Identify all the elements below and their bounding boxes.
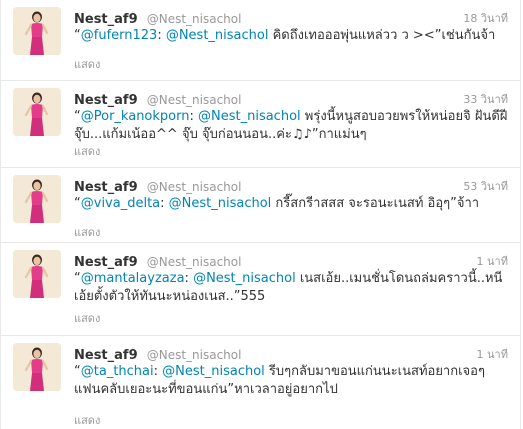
author-name[interactable]: Nest_af9 [74, 180, 138, 195]
tweet-body: คิดถึงเทอออพุ่นแหล่วว ว ><”เช่นกันจ้า [268, 28, 496, 43]
quote-open: “ [74, 364, 81, 379]
mention-link[interactable]: @viva_delta [81, 196, 160, 211]
tweet-body: กรี๊สกรีาสสส จะรอนะเนสท์ อิอุๆ”จ้าา [271, 196, 480, 211]
tweet-text: “@fufern123: @Nest_nisachol คิดถึงเทอออพ… [74, 27, 508, 45]
avatar[interactable] [13, 7, 61, 55]
tweet-timestamp[interactable]: 1 นาที [477, 345, 508, 363]
quote-open: “ [74, 109, 81, 124]
tweet-timestamp[interactable]: 1 นาที [477, 252, 508, 270]
tweet-text: “@Por_kanokporn: @Nest_nisachol พรุ่งนี้… [74, 108, 508, 144]
avatar[interactable] [13, 88, 61, 136]
author-name[interactable]: Nest_af9 [74, 348, 138, 363]
tweet-item[interactable]: Nest_af9 @Nest_nisachol 1 นาที “@ta_thch… [1, 336, 520, 429]
mention-separator: : [157, 28, 166, 43]
author-name[interactable]: Nest_af9 [74, 12, 138, 27]
mention-link[interactable]: @mantalayzaza [81, 271, 185, 286]
tweet-text: “@viva_delta: @Nest_nisachol กรี๊สกรีาสส… [74, 195, 508, 213]
avatar[interactable] [13, 343, 61, 391]
mention-link[interactable]: @ta_thchai [81, 364, 154, 379]
tweet-text: “@ta_thchai: @Nest_nisachol รีบๆกลับมาขอ… [74, 363, 508, 399]
tweet-timestamp[interactable]: 53 วินาที [463, 177, 508, 195]
expand-link[interactable]: แสดง [74, 309, 100, 327]
author-handle[interactable]: @Nest_nisachol [147, 348, 242, 362]
mention-link[interactable]: @Nest_nisachol [162, 364, 265, 379]
author-handle[interactable]: @Nest_nisachol [147, 180, 242, 194]
expand-link[interactable]: แสดง [74, 411, 100, 429]
author-handle[interactable]: @Nest_nisachol [147, 93, 242, 107]
tweet-header: Nest_af9 @Nest_nisachol 1 นาที [74, 251, 508, 270]
author-handle[interactable]: @Nest_nisachol [147, 255, 242, 269]
mention-link[interactable]: @Nest_nisachol [198, 109, 301, 124]
avatar[interactable] [13, 250, 61, 298]
tweet-item[interactable]: Nest_af9 @Nest_nisachol 53 วินาที “@viva… [1, 168, 520, 243]
tweet-item[interactable]: Nest_af9 @Nest_nisachol 18 วินาที “@fufe… [1, 0, 520, 81]
author-name[interactable]: Nest_af9 [74, 93, 138, 108]
expand-link[interactable]: แสดง [74, 142, 100, 160]
mention-separator: : [184, 271, 194, 286]
mention-link[interactable]: @Nest_nisachol [169, 196, 272, 211]
mention-separator: : [153, 364, 163, 379]
tweet-timestamp[interactable]: 18 วินาที [463, 9, 508, 27]
tweet-timestamp[interactable]: 33 วินาที [463, 90, 508, 108]
tweet-item[interactable]: Nest_af9 @Nest_nisachol 33 วินาที “@Por_… [1, 81, 520, 168]
mention-separator: : [160, 196, 169, 211]
tweet-item[interactable]: Nest_af9 @Nest_nisachol 1 นาที “@mantala… [1, 243, 520, 336]
mention-link[interactable]: @Nest_nisachol [166, 28, 269, 43]
tweet-header: Nest_af9 @Nest_nisachol 1 นาที [74, 344, 508, 363]
tweet-header: Nest_af9 @Nest_nisachol 33 วินาที [74, 89, 508, 108]
tweet-text: “@mantalayzaza: @Nest_nisachol เนสเอ้ย..… [74, 270, 508, 306]
author-name[interactable]: Nest_af9 [74, 255, 138, 270]
mention-separator: : [189, 109, 198, 124]
quote-open: “ [74, 271, 81, 286]
tweet-timeline: Nest_af9 @Nest_nisachol 18 วินาที “@fufe… [0, 0, 521, 429]
quote-open: “ [74, 28, 81, 43]
author-handle[interactable]: @Nest_nisachol [147, 12, 242, 26]
tweet-header: Nest_af9 @Nest_nisachol 53 วินาที [74, 176, 508, 195]
mention-link[interactable]: @Por_kanokporn [81, 109, 190, 124]
quote-open: “ [74, 196, 81, 211]
mention-link[interactable]: @fufern123 [81, 28, 158, 43]
expand-link[interactable]: แสดง [74, 55, 100, 73]
expand-link[interactable]: แสดง [74, 223, 100, 241]
avatar[interactable] [13, 175, 61, 223]
tweet-header: Nest_af9 @Nest_nisachol 18 วินาที [74, 8, 508, 27]
mention-link[interactable]: @Nest_nisachol [193, 271, 296, 286]
